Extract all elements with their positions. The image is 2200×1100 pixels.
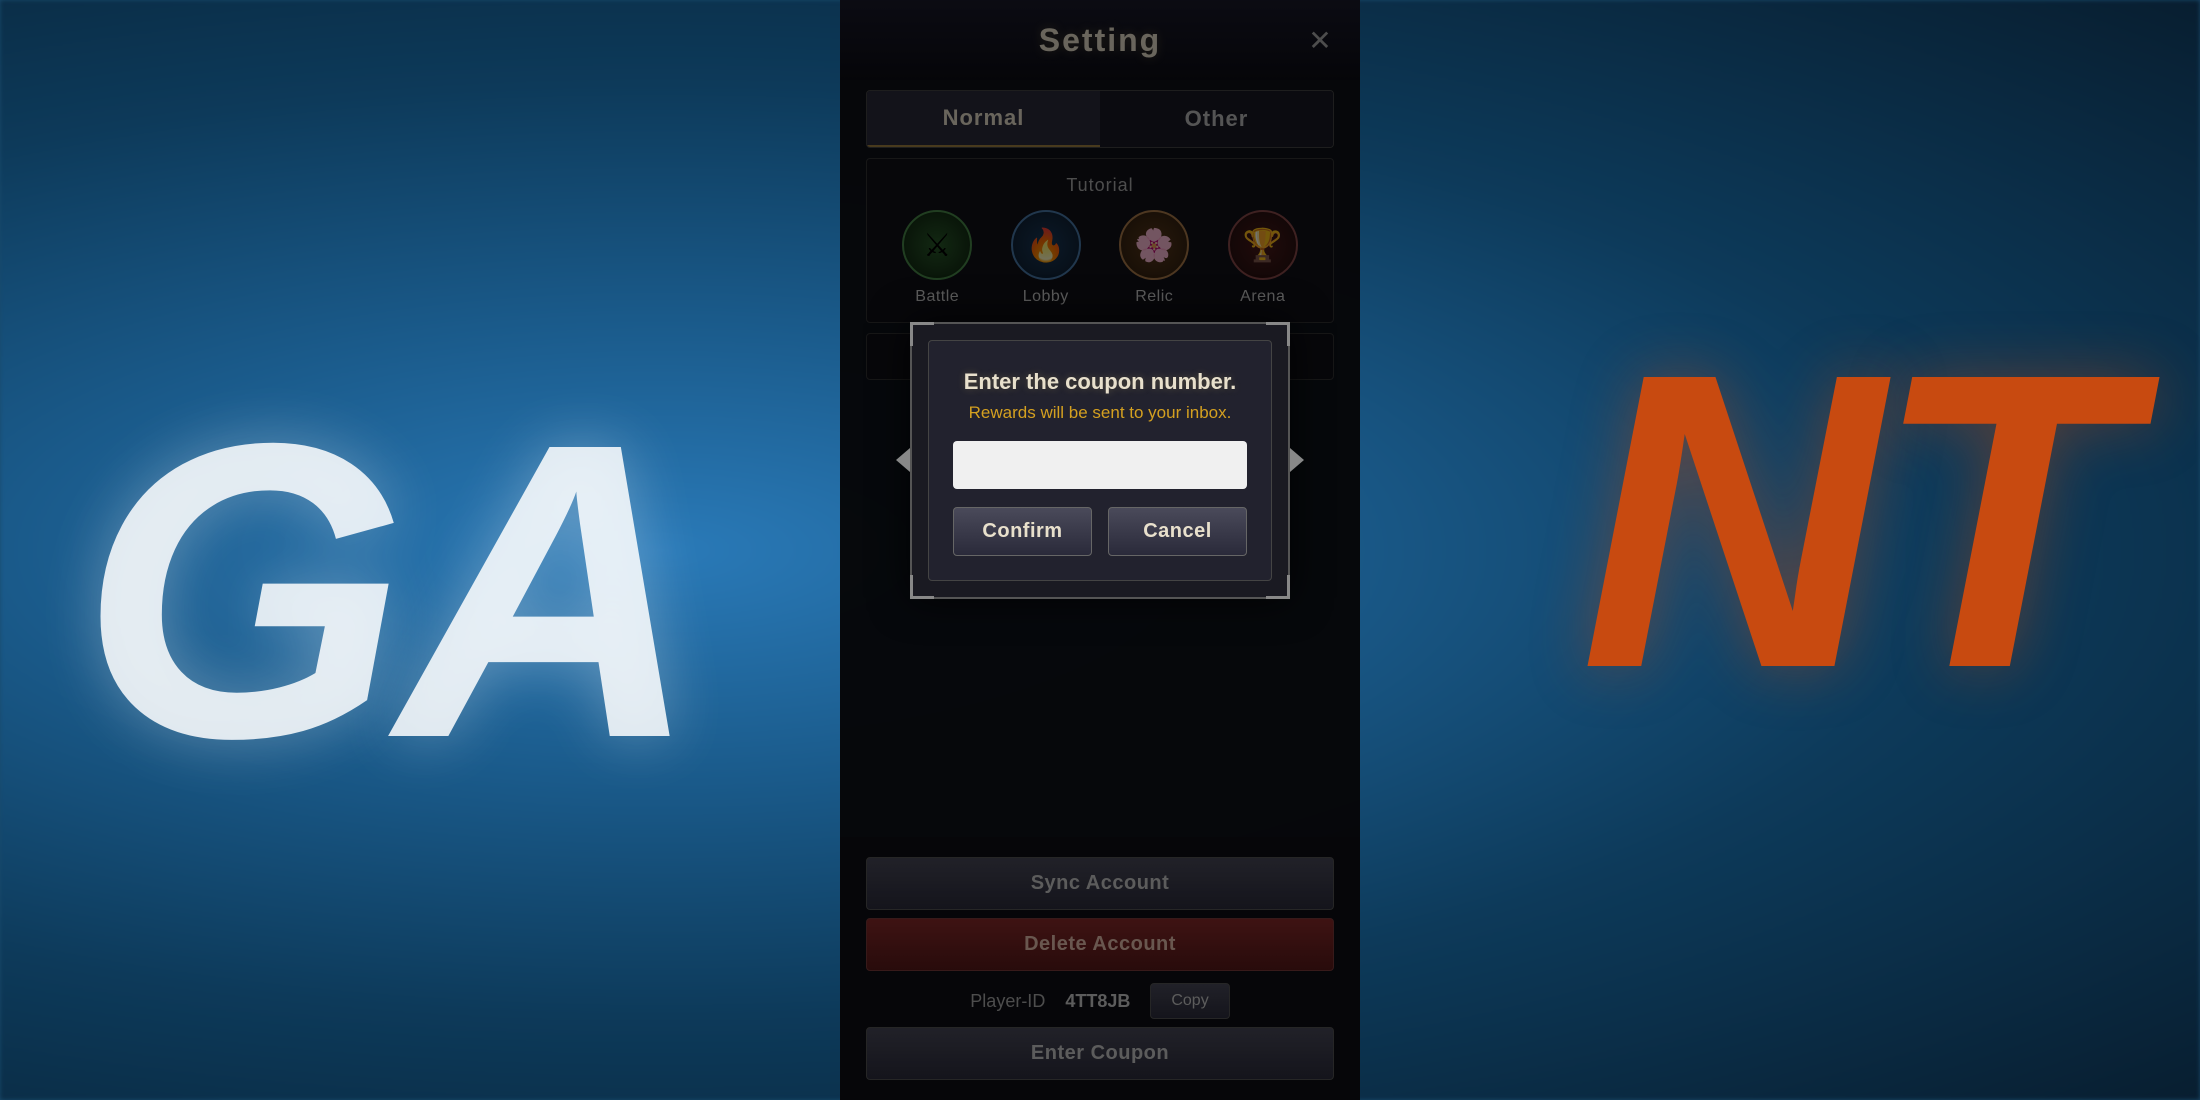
dialog-arrow-left <box>896 448 910 472</box>
copy-button[interactable]: Copy <box>1150 983 1229 1019</box>
tutorial-item-lobby[interactable]: 🔥 Lobby <box>1011 210 1081 306</box>
top-bar: Setting ✕ <box>840 0 1360 80</box>
dialog-corner-bl <box>910 575 934 599</box>
bottom-section: Sync Account Delete Account Player-ID 4T… <box>840 837 1360 1100</box>
sync-account-button[interactable]: Sync Account <box>866 857 1334 910</box>
tutorial-item-arena[interactable]: 🏆 Arena <box>1228 210 1298 306</box>
settings-title: Setting <box>1039 22 1161 59</box>
tutorial-icons: ⚔ Battle 🔥 Lobby 🌸 Relic 🏆 Arena <box>883 210 1317 306</box>
dialog-corner-tl <box>910 322 934 346</box>
lobby-icon: 🔥 <box>1011 210 1081 280</box>
player-id-row: Player-ID 4TT8JB Copy <box>866 983 1334 1019</box>
arena-icon: 🏆 <box>1228 210 1298 280</box>
dialog-title: Enter the coupon number. <box>964 369 1237 395</box>
tutorial-item-battle[interactable]: ⚔ Battle <box>902 210 972 306</box>
battle-icon: ⚔ <box>902 210 972 280</box>
dialog-arrow-right <box>1290 448 1304 472</box>
coupon-dialog: Enter the coupon number. Rewards will be… <box>910 322 1290 599</box>
confirm-button[interactable]: Confirm <box>953 507 1092 556</box>
dialog-inner: Enter the coupon number. Rewards will be… <box>928 340 1272 581</box>
bg-text-nt: NT <box>1580 280 2120 763</box>
player-id-label: Player-ID <box>970 991 1045 1012</box>
bg-text-ga: GA <box>80 350 690 833</box>
enter-coupon-button[interactable]: Enter Coupon <box>866 1027 1334 1080</box>
lobby-label: Lobby <box>1023 288 1069 306</box>
battle-label: Battle <box>915 288 959 306</box>
dialog-corner-br <box>1266 575 1290 599</box>
dialog-buttons: Confirm Cancel <box>953 507 1247 556</box>
arena-label: Arena <box>1240 288 1285 306</box>
relic-label: Relic <box>1135 288 1173 306</box>
tutorial-item-relic[interactable]: 🌸 Relic <box>1119 210 1189 306</box>
close-button[interactable]: ✕ <box>1300 20 1340 60</box>
relic-icon: 🌸 <box>1119 210 1189 280</box>
player-id-value: 4TT8JB <box>1065 991 1130 1012</box>
cancel-button[interactable]: Cancel <box>1108 507 1247 556</box>
dialog-subtitle: Rewards will be sent to your inbox. <box>969 403 1232 423</box>
coupon-input[interactable] <box>953 441 1247 489</box>
tab-other[interactable]: Other <box>1100 91 1333 147</box>
tabs-container: Normal Other <box>866 90 1334 148</box>
tutorial-section: Tutorial ⚔ Battle 🔥 Lobby 🌸 Relic 🏆 Aren… <box>866 158 1334 323</box>
delete-account-button[interactable]: Delete Account <box>866 918 1334 971</box>
dialog-corner-tr <box>1266 322 1290 346</box>
tab-normal[interactable]: Normal <box>867 91 1100 147</box>
tutorial-label: Tutorial <box>883 175 1317 196</box>
